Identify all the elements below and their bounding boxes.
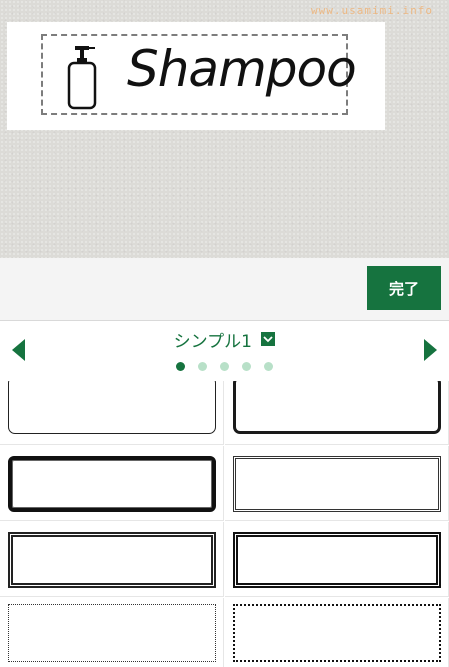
triangle-right-icon[interactable] xyxy=(424,339,437,361)
frame-option[interactable] xyxy=(0,598,224,667)
page-dot[interactable] xyxy=(176,362,185,371)
category-name: シンプル1 xyxy=(173,332,252,352)
toolbar: 完了 xyxy=(0,258,449,321)
frame-preview xyxy=(233,381,441,434)
frame-option[interactable] xyxy=(225,446,449,521)
page-dot[interactable] xyxy=(264,362,273,371)
watermark: www.usamimi.info xyxy=(311,4,433,17)
pump-bottle-icon xyxy=(67,46,97,110)
page-dot[interactable] xyxy=(198,362,207,371)
frame-preview xyxy=(233,604,441,662)
frame-preview xyxy=(233,532,441,588)
done-button[interactable]: 完了 xyxy=(367,266,441,310)
page-indicator xyxy=(0,362,449,371)
label-preview-area: www.usamimi.info Shampoo xyxy=(0,0,449,258)
page-dot[interactable] xyxy=(242,362,251,371)
frame-grid xyxy=(0,381,449,667)
frame-option[interactable] xyxy=(225,522,449,597)
frame-preview xyxy=(8,381,216,434)
page-dot[interactable] xyxy=(220,362,229,371)
frame-preview xyxy=(8,604,216,662)
category-dropdown[interactable]: シンプル1 xyxy=(0,327,449,352)
frame-option[interactable] xyxy=(225,598,449,667)
frame-option[interactable] xyxy=(225,381,449,445)
chevron-down-icon[interactable] xyxy=(261,331,276,346)
label-card[interactable]: Shampoo xyxy=(7,22,385,130)
frame-option[interactable] xyxy=(0,522,224,597)
frame-option[interactable] xyxy=(0,446,224,521)
label-text[interactable]: Shampoo xyxy=(127,40,357,98)
frame-option[interactable] xyxy=(0,381,224,445)
frame-preview xyxy=(8,456,216,512)
frame-preview xyxy=(8,532,216,588)
category-selector: シンプル1 xyxy=(0,321,449,382)
frame-preview xyxy=(233,456,441,512)
